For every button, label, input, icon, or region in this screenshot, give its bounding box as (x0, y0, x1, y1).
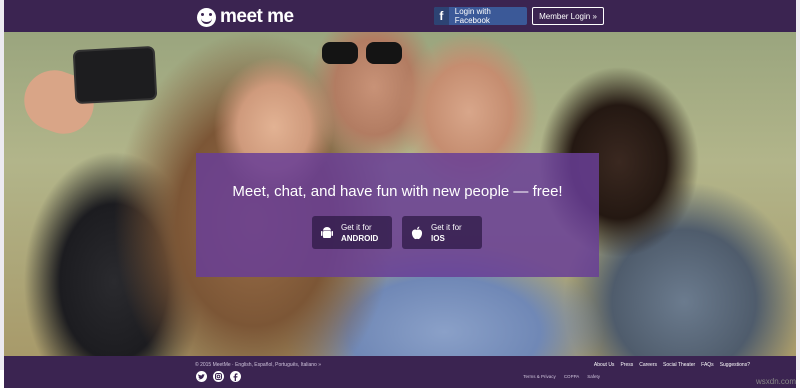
facebook-icon: f (434, 7, 449, 25)
footer-link-faqs[interactable]: FAQs (701, 362, 714, 368)
cta-panel: Meet, chat, and have fun with new people… (196, 153, 599, 277)
android-icon (316, 216, 338, 249)
instagram-icon[interactable] (213, 371, 224, 382)
photo-sunglasses (322, 42, 408, 64)
watermark: wsxdn.com (755, 377, 796, 386)
android-download-button[interactable]: Get it for ANDROID (312, 216, 392, 249)
right-border (796, 0, 800, 370)
footer-legal: Terms & Privacy COPPA Safety (523, 374, 600, 379)
footer-link-careers[interactable]: Careers (639, 362, 657, 368)
footer-link-press[interactable]: Press (620, 362, 633, 368)
footer-link-coppa[interactable]: COPPA (564, 374, 579, 379)
ios-download-button[interactable]: Get it for IOS (402, 216, 482, 249)
smiley-logo-icon (197, 7, 216, 27)
site-header: meet me f Login with Facebook Member Log… (4, 0, 796, 32)
copyright-text: © 2015 MeetMe · English, Español, Portug… (195, 362, 321, 368)
facebook-login-label: Login with Facebook (454, 7, 491, 25)
ios-line1: Get it for (431, 222, 462, 232)
cta-headline: Meet, chat, and have fun with new people… (232, 183, 563, 200)
facebook-icon[interactable] (230, 371, 241, 382)
facebook-login-button[interactable]: f Login with Facebook (434, 7, 527, 25)
logo-text: meet me (220, 6, 294, 27)
footer-link-terms[interactable]: Terms & Privacy (523, 374, 556, 379)
footer-link-safety[interactable]: Safety (587, 374, 600, 379)
page: meet me f Login with Facebook Member Log… (0, 0, 800, 388)
social-links (196, 371, 241, 382)
footer-link-about[interactable]: About Us (594, 362, 615, 368)
android-line2: ANDROID (341, 233, 379, 243)
footer-link-social-theater[interactable]: Social Theater (663, 362, 695, 368)
footer-link-suggestions[interactable]: Suggestions? (720, 362, 750, 368)
photo-phone (74, 47, 156, 103)
ios-line2: IOS (431, 233, 445, 243)
meetme-logo[interactable]: meet me (197, 6, 294, 28)
twitter-icon[interactable] (196, 371, 207, 382)
android-line1: Get it for (341, 222, 372, 232)
apple-icon (406, 216, 428, 249)
footer-nav: About Us Press Careers Social Theater FA… (594, 362, 750, 368)
member-login-button[interactable]: Member Login » (532, 7, 604, 25)
site-footer: © 2015 MeetMe · English, Español, Portug… (4, 356, 796, 388)
